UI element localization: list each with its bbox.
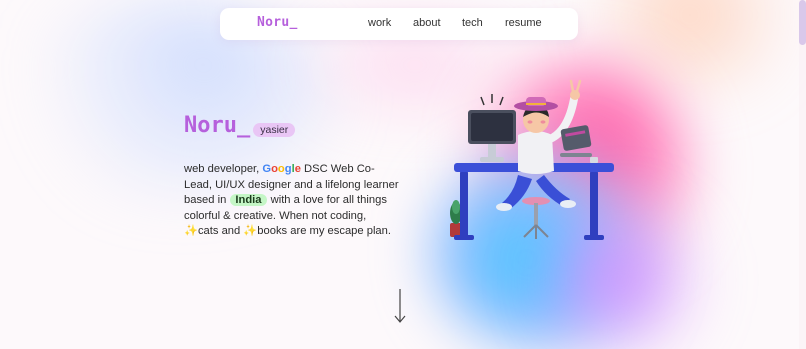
google-letter: o <box>271 163 278 175</box>
arrow-down-icon[interactable] <box>393 288 407 324</box>
nav-logo[interactable]: Noru_ <box>257 15 298 30</box>
scrollbar-thumb[interactable] <box>799 0 806 45</box>
bio-text-5: books are my escape plan. <box>257 225 391 237</box>
nav-link-work[interactable]: work <box>368 17 391 29</box>
name-badge: yasier <box>253 123 296 137</box>
nav-link-resume[interactable]: resume <box>505 17 542 29</box>
sparkle-icon: ✨ <box>243 225 258 237</box>
bio-text-4: cats and <box>197 225 244 237</box>
nav-link-tech[interactable]: tech <box>462 17 483 29</box>
nav-link-about[interactable]: about <box>413 17 441 29</box>
bio-text-1: web developer, <box>184 163 263 175</box>
hero-bio: web developer, Google DSC Web Co-Lead, U… <box>184 162 399 240</box>
google-word: Google <box>262 163 301 175</box>
scrollbar[interactable] <box>799 0 806 349</box>
google-letter: g <box>284 163 292 175</box>
top-nav: Noru_ work about tech resume <box>220 8 578 40</box>
google-letter: G <box>262 163 272 175</box>
india-highlight: India <box>230 194 267 206</box>
hero-title-row: Noru_ yasier <box>184 112 399 140</box>
sparkle-icon: ✨ <box>184 225 198 237</box>
hero-section: Noru_ yasier web developer, Google DSC W… <box>184 112 399 251</box>
developer-at-desk-illustration <box>450 79 614 240</box>
hero-title: Noru_ <box>184 113 251 138</box>
google-letter: o <box>277 163 285 175</box>
